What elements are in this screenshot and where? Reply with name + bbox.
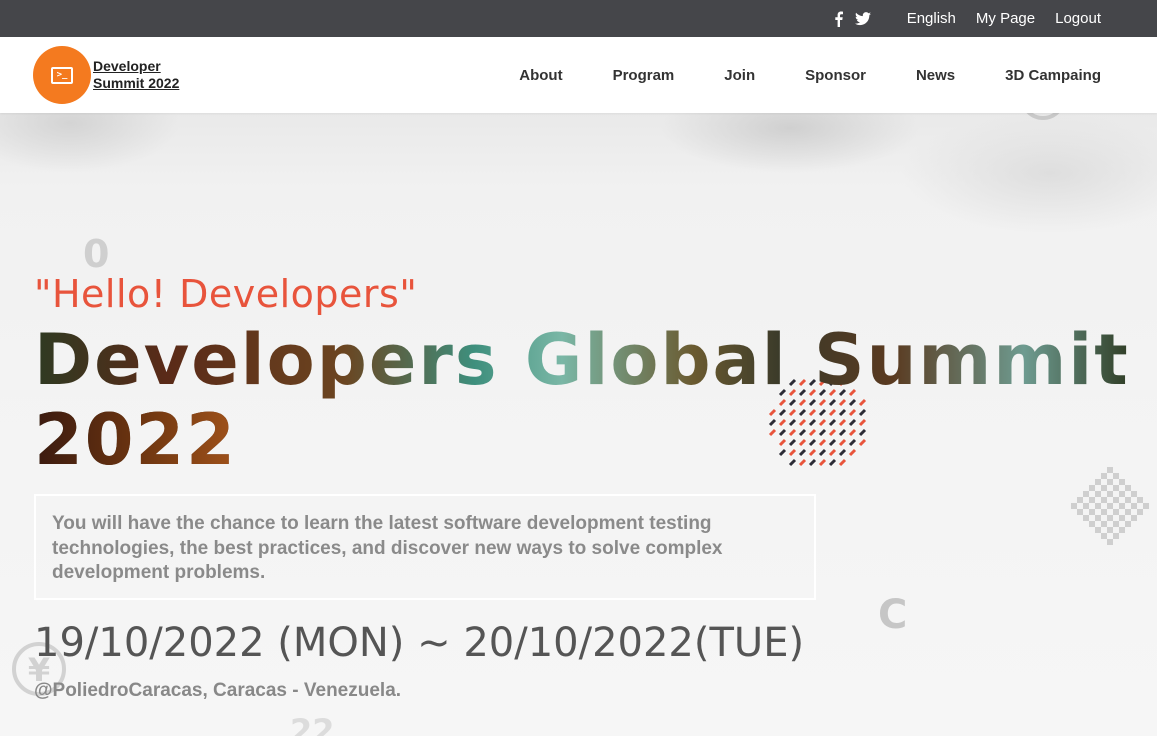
bg-shade [900, 113, 1157, 233]
hero-description: You will have the chance to learn the la… [34, 494, 816, 600]
checker-cell [1131, 491, 1137, 497]
checker-cell [1107, 491, 1113, 497]
checker-cell [1113, 533, 1119, 539]
checker-cell [1089, 509, 1095, 515]
c-decoration: C [878, 592, 908, 638]
nav-item-3d-campaign[interactable]: 3D Campaing [1005, 67, 1101, 84]
checker-cell [1083, 515, 1089, 521]
event-venue: @PoliedroCaracas, Caracas - Venezuela. [34, 680, 402, 701]
logo-line-1: Developer [93, 58, 161, 74]
checker-cell [1125, 497, 1131, 503]
checker-cell [1101, 497, 1107, 503]
twitter-icon[interactable] [854, 11, 871, 27]
checker-cell [1089, 497, 1095, 503]
nav-item-news[interactable]: News [916, 67, 955, 84]
top-utility-bar: English My Page Logout [0, 0, 1157, 37]
checker-cell [1101, 521, 1107, 527]
hero-title-line-2: 2022 [34, 399, 237, 481]
hero-title-line-1: Developers Global Summit [34, 319, 1130, 401]
logout-link[interactable]: Logout [1055, 10, 1101, 27]
logo-badge: >_ [33, 46, 91, 104]
checker-cell [1077, 509, 1083, 515]
checker-cell [1125, 485, 1131, 491]
zero-decoration: 0 [83, 232, 110, 276]
checker-cell [1119, 503, 1125, 509]
checker-cell [1131, 515, 1137, 521]
checker-cell [1107, 527, 1113, 533]
checker-cell [1113, 497, 1119, 503]
checker-cell [1101, 533, 1107, 539]
nav-menu: About Program Join Sponsor News 3D Campa… [469, 37, 1101, 113]
ring-decoration [1026, 113, 1060, 120]
checker-cell [1089, 485, 1095, 491]
bg-shade [0, 113, 180, 173]
checker-cell [1119, 515, 1125, 521]
language-link[interactable]: English [907, 10, 956, 27]
checker-cell [1095, 491, 1101, 497]
checker-cell [1113, 509, 1119, 515]
nav-item-about[interactable]: About [519, 67, 562, 84]
main-navbar: >_ Developer Summit 2022 About Program J… [0, 37, 1157, 113]
twos-decoration: 22 [290, 712, 335, 736]
checker-cell [1089, 521, 1095, 527]
event-dates: 19/10/2022 (MON) ~ 20/10/2022(TUE) [34, 620, 805, 666]
my-page-link[interactable]: My Page [976, 10, 1035, 27]
checker-cell [1125, 509, 1131, 515]
nav-item-sponsor[interactable]: Sponsor [805, 67, 866, 84]
hero-title: Developers Global Summit 2022 [34, 320, 1134, 480]
checker-cell [1119, 527, 1125, 533]
checker-cell [1071, 503, 1077, 509]
checker-cell [1101, 485, 1107, 491]
checker-cell [1143, 503, 1149, 509]
checker-cell [1077, 497, 1083, 503]
checker-cell [1137, 509, 1143, 515]
nav-item-join[interactable]: Join [724, 67, 755, 84]
checker-cell [1095, 515, 1101, 521]
nav-item-program[interactable]: Program [613, 67, 675, 84]
checker-cell [1101, 509, 1107, 515]
facebook-icon[interactable] [831, 11, 847, 27]
checker-cell [1083, 503, 1089, 509]
checker-cell [1095, 503, 1101, 509]
hero-greeting: "Hello! Developers" [34, 272, 418, 316]
bg-shade [660, 113, 920, 173]
checker-cell [1119, 491, 1125, 497]
logo-line-2: Summit 2022 [93, 75, 180, 91]
checker-cell [1131, 503, 1137, 509]
social-links [831, 11, 871, 27]
checker-cell [1113, 485, 1119, 491]
logo-text: Developer Summit 2022 [93, 58, 179, 92]
checker-cell [1125, 521, 1131, 527]
checker-cell [1107, 539, 1113, 545]
checker-cell [1113, 521, 1119, 527]
checker-cell [1083, 491, 1089, 497]
checker-cell [1107, 503, 1113, 509]
checker-cell [1095, 527, 1101, 533]
checker-cell [1107, 515, 1113, 521]
checker-cell [1137, 497, 1143, 503]
terminal-icon: >_ [51, 66, 73, 84]
site-logo[interactable]: >_ Developer Summit 2022 [33, 46, 179, 104]
